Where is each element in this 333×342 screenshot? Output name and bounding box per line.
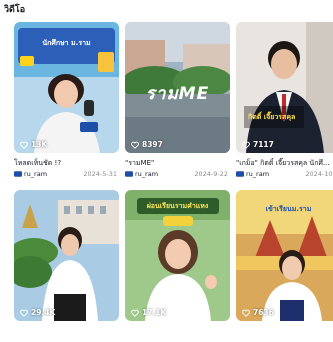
- view-count: 13K: [20, 140, 47, 149]
- author-name: ru_ram: [135, 169, 159, 178]
- post-date: 2024-9-22: [194, 169, 228, 178]
- view-count: 8397: [131, 140, 163, 149]
- video-thumbnail[interactable]: กิตติ์ เจี๊ยวรสคุล 7117: [236, 22, 333, 153]
- view-count-label: 7636: [253, 308, 274, 317]
- video-caption[interactable]: "เกม็อ" กิตติ์ เจี๊ยวรสคุล นักศึ...: [236, 158, 333, 168]
- section-title: วิดีโอ: [4, 5, 26, 15]
- view-count: 7636: [242, 308, 274, 317]
- author-link[interactable]: ru_ram: [14, 170, 47, 178]
- heart-icon: [242, 309, 250, 317]
- video-thumbnail[interactable]: เข้าเรียนม.ราม 7636: [236, 190, 333, 321]
- video-thumbnail[interactable]: รามME 8397: [125, 22, 230, 153]
- video-thumbnail[interactable]: ผ่อนเรียนรามคำแหง 17.1K: [125, 190, 230, 321]
- view-count-label: 17.1K: [142, 308, 167, 317]
- post-date: 2024-5-31: [83, 169, 117, 178]
- view-count-label: 8397: [142, 140, 163, 149]
- thumbnail-image: [14, 190, 119, 321]
- view-count-label: 13K: [31, 140, 48, 149]
- video-card[interactable]: นักศึกษา ม.ราม 13K โหลดเห็นชัด !? ru_ram…: [14, 22, 119, 179]
- thumbnail-image: [236, 22, 333, 153]
- ru-logo-icon: [236, 170, 244, 177]
- author-link[interactable]: ru_ram: [125, 170, 158, 178]
- view-count-label: 29.4K: [31, 308, 56, 317]
- author-link[interactable]: ru_ram: [236, 170, 269, 178]
- view-count: 17.1K: [131, 308, 166, 317]
- video-thumbnail[interactable]: นักศึกษา ม.ราม 13K: [14, 22, 119, 153]
- video-grid: นักศึกษา ม.ราม 13K โหลดเห็นชัด !? ru_ram…: [14, 22, 333, 342]
- video-caption[interactable]: "รามME": [125, 158, 230, 168]
- video-card[interactable]: รามME 8397 "รามME" ru_ram 2024-9-22: [125, 22, 230, 179]
- thumbnail-overlay-text: กิตติ์ เจี๊ยวรสคุล: [248, 113, 296, 121]
- thumbnail-overlay-text: นักศึกษา ม.ราม: [42, 39, 91, 47]
- video-card[interactable]: เข้าเรียนม.ราม 7636: [236, 190, 333, 336]
- video-card[interactable]: ผ่อนเรียนรามคำแหง 17.1K: [125, 190, 230, 336]
- ru-logo-icon: [125, 170, 133, 177]
- view-count: 29.4K: [20, 308, 55, 317]
- video-card[interactable]: กิตติ์ เจี๊ยวรสคุล 7117 "เกม็อ" กิตติ์ เ…: [236, 22, 333, 179]
- view-count-label: 7117: [253, 140, 274, 149]
- heart-icon: [242, 141, 250, 149]
- video-thumbnail[interactable]: 29.4K: [14, 190, 119, 321]
- heart-icon: [131, 141, 139, 149]
- view-count: 7117: [242, 140, 274, 149]
- thumbnail-overlay-text: เข้าเรียนม.ราม: [265, 205, 312, 213]
- thumbnail-overlay-text: ผ่อนเรียนรามคำแหง: [146, 202, 209, 210]
- video-card[interactable]: 29.4K: [14, 190, 119, 336]
- ru-logo-icon: [14, 170, 22, 177]
- thumbnail-overlay-text: รามME: [145, 84, 210, 104]
- video-caption[interactable]: โหลดเห็นชัด !?: [14, 158, 119, 168]
- heart-icon: [20, 309, 28, 317]
- post-date: 2024-10-2: [305, 169, 333, 178]
- author-name: ru_ram: [246, 169, 270, 178]
- author-name: ru_ram: [24, 169, 48, 178]
- heart-icon: [20, 141, 28, 149]
- heart-icon: [131, 309, 139, 317]
